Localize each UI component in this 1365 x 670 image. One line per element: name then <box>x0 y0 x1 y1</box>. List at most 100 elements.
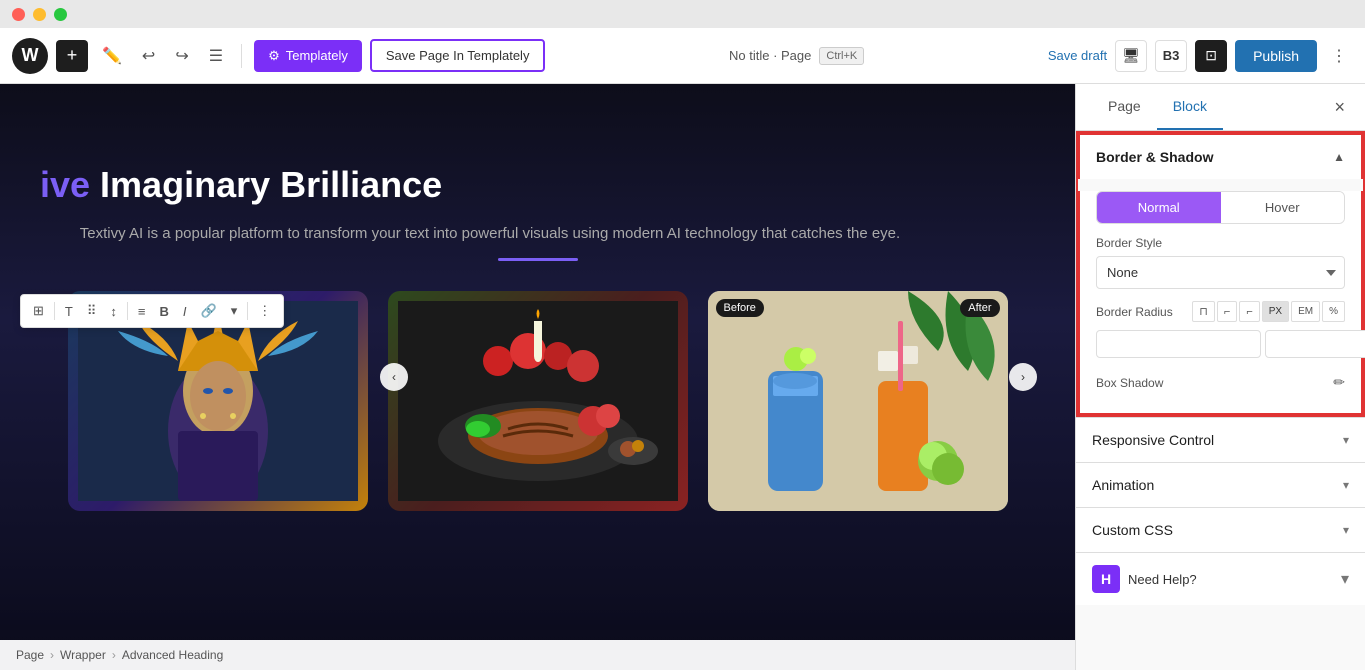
maximize-button[interactable] <box>54 8 67 21</box>
more-options-button[interactable]: ⋮ <box>1325 40 1353 72</box>
breadcrumb-heading[interactable]: Advanced Heading <box>122 648 223 662</box>
unit-px-button[interactable]: PX <box>1262 301 1289 322</box>
ft-more-button[interactable]: ⋮ <box>252 299 277 323</box>
ft-text-button[interactable]: T <box>59 300 79 323</box>
pencil-icon: ✏️ <box>102 46 122 66</box>
help-chevron-icon: ▾ <box>1341 569 1349 589</box>
responsive-control-header[interactable]: Responsive Control ▾ <box>1076 418 1365 462</box>
more-icon: ⋮ <box>258 303 271 319</box>
chevron-down-icon: ▾ <box>231 303 238 319</box>
help-logo-text: H <box>1101 571 1111 587</box>
need-help-section[interactable]: H Need Help? ▾ <box>1076 552 1365 605</box>
redo-button[interactable]: ↪ <box>169 40 194 72</box>
panel-scroll: Border & Shadow ▲ Normal Hover Border St… <box>1076 131 1365 605</box>
align-icon: ≡ <box>138 304 146 319</box>
main-area: ⊞ T ⠿ ↕ ≡ B I 🔗 <box>0 84 1365 670</box>
pencil-button[interactable]: ✏️ <box>96 40 128 72</box>
border-radius-tr-input[interactable] <box>1265 330 1365 358</box>
carousel-left-arrow[interactable]: ‹ <box>380 363 408 391</box>
border-radius-inputs: 🔗 <box>1080 330 1361 370</box>
text-icon: T <box>65 304 73 319</box>
drinks-illustration <box>708 291 1008 511</box>
border-radius-tl-input[interactable] <box>1096 330 1261 358</box>
ft-divider <box>54 302 55 320</box>
drinks-image <box>708 291 1008 511</box>
save-draft-button[interactable]: Save draft <box>1048 48 1107 63</box>
templately-icon: ⚙ <box>268 48 280 64</box>
border-shadow-header[interactable]: Border & Shadow ▲ <box>1078 133 1363 179</box>
move-icon: ↕ <box>110 304 117 319</box>
image-card-drinks[interactable]: Before After <box>708 291 1008 511</box>
state-tab-hover[interactable]: Hover <box>1221 192 1345 223</box>
tab-block[interactable]: Block <box>1157 84 1223 130</box>
redo-icon: ↪ <box>175 46 188 66</box>
panel-tabs: Page Block × <box>1076 84 1365 131</box>
save-templately-button[interactable]: Save Page In Templately <box>370 39 546 72</box>
breadcrumb-wrapper[interactable]: Wrapper <box>60 648 106 662</box>
border-radius-unit-buttons: ⊓ ⌐ ⌐ PX EM % <box>1192 301 1345 322</box>
help-logo: H <box>1092 565 1120 593</box>
link-icon: 🔗 <box>201 303 217 319</box>
unit-em-button[interactable]: EM <box>1291 301 1320 322</box>
food-illustration <box>398 301 678 501</box>
animation-label: Animation <box>1092 477 1154 493</box>
tab-page[interactable]: Page <box>1092 84 1157 130</box>
minimize-button[interactable] <box>33 8 46 21</box>
animation-header[interactable]: Animation ▾ <box>1076 463 1365 507</box>
border-style-select[interactable]: None Solid Dashed Dotted Double <box>1096 256 1345 289</box>
ft-bold-button[interactable]: B <box>153 300 174 323</box>
breadcrumb-page[interactable]: Page <box>16 648 44 662</box>
custom-css-header[interactable]: Custom CSS ▾ <box>1076 508 1365 552</box>
border-style-label: Border Style <box>1096 236 1345 250</box>
right-panel: Page Block × Border & Shadow ▲ Normal Ho… <box>1075 84 1365 670</box>
page-heading: ive Imaginary Brilliance Textivy AI is a… <box>40 164 1035 261</box>
state-tab-normal[interactable]: Normal <box>1097 192 1221 223</box>
corner-single-button[interactable]: ⌐ <box>1217 301 1237 322</box>
templately-button[interactable]: ⚙ Templately <box>254 40 362 72</box>
ft-move-button[interactable]: ↕ <box>104 300 123 323</box>
after-badge: After <box>960 299 999 317</box>
divider-1 <box>241 44 242 68</box>
ft-align-button[interactable]: ≡ <box>132 300 152 323</box>
preview-button[interactable]: 🖥 <box>1115 40 1147 72</box>
canvas: ⊞ T ⠿ ↕ ≡ B I 🔗 <box>0 84 1075 670</box>
ft-dropdown-button[interactable]: ▾ <box>225 299 244 323</box>
unit-percent-button[interactable]: % <box>1322 301 1345 322</box>
border-shadow-section: Border & Shadow ▲ Normal Hover Border St… <box>1076 131 1365 417</box>
border-style-group: Border Style None Solid Dashed Dotted Do… <box>1080 236 1361 301</box>
chevron-up-icon: ▲ <box>1333 150 1345 164</box>
ft-drag-button[interactable]: ⠿ <box>81 299 103 323</box>
title-bar <box>0 0 1365 28</box>
corner-link-button[interactable]: ⌐ <box>1239 301 1259 322</box>
close-button[interactable] <box>12 8 25 21</box>
page-title: No title · Page <box>729 48 811 63</box>
corner-all-button[interactable]: ⊓ <box>1192 301 1215 322</box>
heading-description: Textivy AI is a popular platform to tran… <box>40 222 940 246</box>
heading-main: ive Imaginary Brilliance <box>40 164 1035 206</box>
wp-logo[interactable]: W <box>12 38 48 74</box>
grid-icon: ⊞ <box>33 303 44 319</box>
decorative-line <box>498 258 578 261</box>
undo-button[interactable]: ↩ <box>136 40 161 72</box>
title-area: No title · Page Ctrl+K <box>553 47 1039 65</box>
settings-button[interactable]: ⊡ <box>1195 40 1227 72</box>
add-block-button[interactable]: + <box>56 40 88 72</box>
floating-toolbar: ⊞ T ⠿ ↕ ≡ B I 🔗 <box>20 294 284 328</box>
ft-link-button[interactable]: 🔗 <box>195 299 223 323</box>
keyboard-shortcut: Ctrl+K <box>819 47 864 65</box>
save-templately-label: Save Page In Templately <box>386 48 530 63</box>
ft-grid-button[interactable]: ⊞ <box>27 299 50 323</box>
ft-italic-button[interactable]: I <box>177 300 193 323</box>
b3-button[interactable]: B3 <box>1155 40 1187 72</box>
box-shadow-edit-icon[interactable]: ✏ <box>1333 374 1345 391</box>
carousel-right-arrow[interactable]: › <box>1009 363 1037 391</box>
food-image <box>388 291 688 511</box>
before-after-labels: Before After <box>708 299 1008 317</box>
publish-button[interactable]: Publish <box>1235 40 1317 72</box>
main-toolbar: W + ✏️ ↩ ↪ ☰ ⚙ Templately Save Page In T… <box>0 28 1365 84</box>
panel-close-button[interactable]: × <box>1330 97 1349 118</box>
breadcrumb-sep-2: › <box>112 648 116 662</box>
list-view-button[interactable]: ☰ <box>203 40 229 72</box>
box-shadow-row: Box Shadow ✏ <box>1080 370 1361 405</box>
drag-icon: ⠿ <box>87 303 97 319</box>
